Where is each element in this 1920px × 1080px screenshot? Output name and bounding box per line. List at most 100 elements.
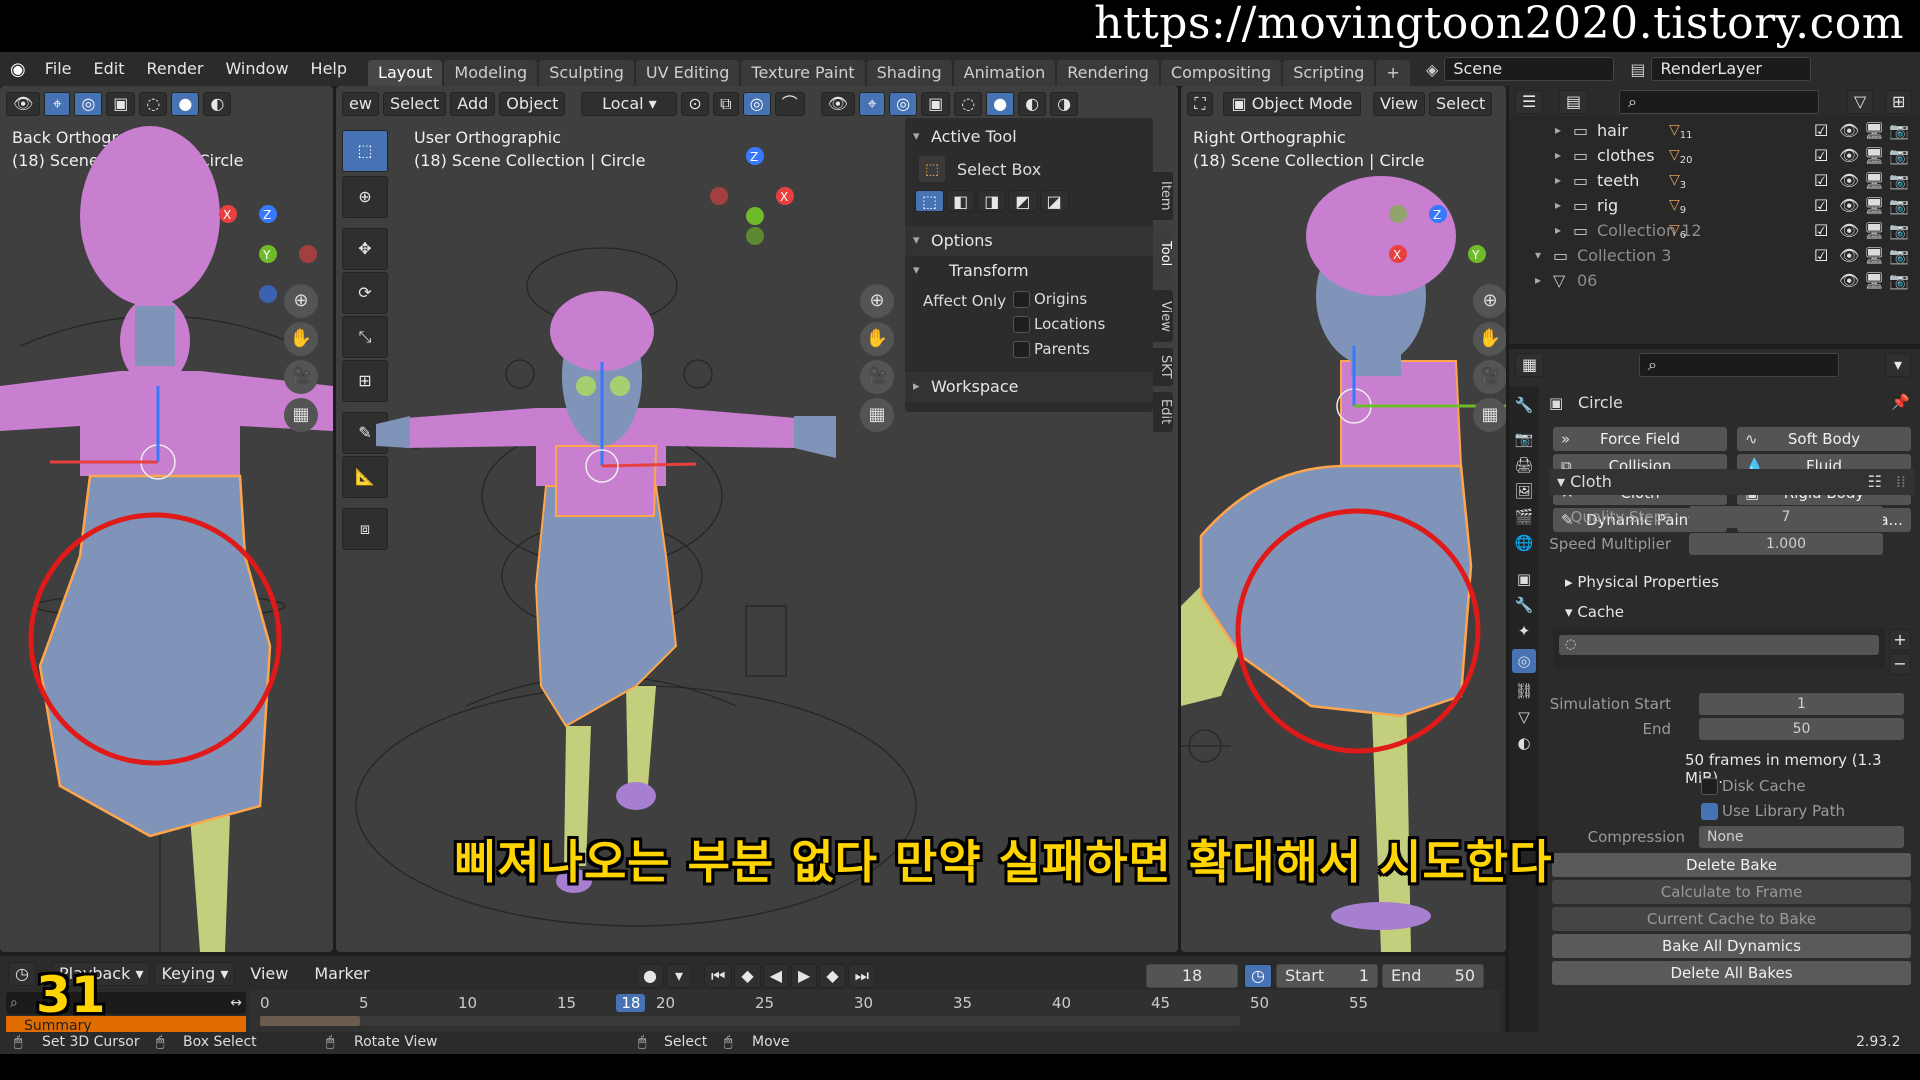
expand-arrow-icon[interactable]: ▸ <box>1555 118 1561 143</box>
playhead[interactable]: 18 <box>616 994 646 1012</box>
viewport-display-icon[interactable]: 🖥 <box>1864 168 1884 193</box>
timeline-marker-menu[interactable]: Marker <box>303 957 380 991</box>
record-options-icon[interactable]: ▾ <box>665 964 692 988</box>
properties-options-icon[interactable]: ▾ <box>1885 353 1911 377</box>
tab-scripting[interactable]: Scripting <box>1283 60 1375 86</box>
exclude-checkbox-icon[interactable]: ☑ <box>1814 168 1828 193</box>
add-workspace-button[interactable]: + <box>1376 60 1410 86</box>
camera-icon[interactable]: 🎥 <box>860 360 894 394</box>
physics-soft-body-button[interactable]: ∿ Soft Body <box>1737 427 1911 451</box>
cache-add-button[interactable]: + <box>1889 629 1911 651</box>
outliner-item[interactable]: ▸ ▭ hair ▽11 ☑ 👁 🖥 📷 <box>1509 118 1920 143</box>
scene-selector[interactable]: Scene <box>1444 57 1615 81</box>
menu-render[interactable]: Render <box>135 52 214 86</box>
physics-force-field-button[interactable]: » Force Field <box>1553 427 1727 451</box>
outliner-item[interactable]: ▸ ▭ rig ▽9 ☑ 👁 🖥 📷 <box>1509 193 1920 218</box>
grid-ortho-icon[interactable]: ▦ <box>284 398 318 432</box>
viewport-display-icon[interactable]: 🖥 <box>1864 193 1884 218</box>
outliner-item[interactable]: ▸ ▽ 06 👁 🖥 📷 <box>1509 268 1920 293</box>
visibility-eye-icon[interactable]: 👁 <box>1839 193 1859 218</box>
tab-texture-paint[interactable]: Texture Paint <box>741 60 865 86</box>
mode-invert-icon[interactable]: ◩ <box>1008 190 1038 212</box>
frame-ruler[interactable]: 0 5 10 15 18 20 25 30 35 40 45 50 55 <box>250 990 1500 1036</box>
tab-compositing[interactable]: Compositing <box>1160 60 1282 86</box>
options-header[interactable]: Options <box>905 226 1153 256</box>
play-reverse-icon[interactable]: ◀ <box>762 964 789 988</box>
render-camera-icon[interactable]: 📷 <box>1889 268 1909 293</box>
viewport-display-icon[interactable]: 🖥 <box>1864 143 1884 168</box>
modifier-tab-icon[interactable]: 🔧 <box>1512 593 1536 617</box>
expand-arrow-icon[interactable]: ▸ <box>1535 268 1541 293</box>
tab-modeling[interactable]: Modeling <box>444 60 538 86</box>
pin-icon[interactable]: 📌 <box>1891 393 1910 411</box>
render-camera-icon[interactable]: 📷 <box>1889 118 1909 143</box>
constraints-tab-icon[interactable]: ⛓ <box>1512 679 1536 703</box>
cache-header[interactable]: ▾ Cache <box>1565 603 1624 621</box>
cloth-panel-header[interactable]: ▾ Cloth ☷ ⁞⁞ <box>1549 469 1914 495</box>
jump-start-icon[interactable]: ⏮ <box>703 964 733 988</box>
material-tab-icon[interactable]: ◐ <box>1512 731 1536 755</box>
preview-range-icon[interactable]: ◷ <box>1244 964 1272 988</box>
sidebar-tab-item[interactable]: Item <box>1153 172 1173 220</box>
current-frame-field[interactable]: 18 <box>1146 964 1238 988</box>
menu-file[interactable]: File <box>34 52 83 86</box>
render-camera-icon[interactable]: 📷 <box>1889 218 1909 243</box>
visibility-eye-icon[interactable]: 👁 <box>1839 168 1859 193</box>
viewport-right[interactable]: ⛶ ▣ Object Mode View Select Right Orthog… <box>1181 86 1506 952</box>
render-tab-icon[interactable]: 📷 <box>1512 427 1536 451</box>
layer-icon[interactable]: ▤ <box>1630 60 1645 79</box>
menu-edit[interactable]: Edit <box>83 52 136 86</box>
parents-checkbox[interactable]: Parents <box>1013 340 1090 358</box>
render-camera-icon[interactable]: 📷 <box>1889 243 1909 268</box>
visibility-eye-icon[interactable]: 👁 <box>1839 243 1859 268</box>
expand-arrow-icon[interactable]: ▸ <box>1555 218 1561 243</box>
cache-list[interactable]: ◌ <box>1553 629 1885 669</box>
scene-tab-icon[interactable]: 🎬 <box>1512 505 1536 529</box>
exclude-checkbox-icon[interactable]: ☑ <box>1814 118 1828 143</box>
grid-ortho-icon[interactable]: ▦ <box>860 398 894 432</box>
exclude-checkbox-icon[interactable]: ☑ <box>1814 143 1828 168</box>
end-field[interactable]: 50 <box>1699 718 1904 740</box>
renderlayer-selector[interactable]: RenderLayer <box>1651 57 1812 81</box>
tab-sculpting[interactable]: Sculpting <box>539 60 634 86</box>
tab-layout[interactable]: Layout <box>368 60 443 86</box>
blender-logo-icon[interactable]: ◉ <box>0 59 34 80</box>
exclude-checkbox-icon[interactable]: ☑ <box>1814 243 1828 268</box>
end-frame-field[interactable]: End 50 <box>1382 964 1484 988</box>
sidebar-tab-tool[interactable]: Tool <box>1153 226 1173 282</box>
exclude-checkbox-icon[interactable]: ☑ <box>1814 218 1828 243</box>
keying-menu[interactable]: Keying ▾ <box>154 962 236 986</box>
pan-hand-icon[interactable]: ✋ <box>1473 322 1506 356</box>
workspace-header[interactable]: Workspace <box>905 372 1153 402</box>
simulation-start-field[interactable]: 1 <box>1699 693 1904 715</box>
render-camera-icon[interactable]: 📷 <box>1889 143 1909 168</box>
jump-end-icon[interactable]: ⏭ <box>847 964 877 988</box>
exclude-checkbox-icon[interactable]: ☑ <box>1814 193 1828 218</box>
current-cache-to-bake-button[interactable]: Current Cache to Bake <box>1552 907 1911 931</box>
world-tab-icon[interactable]: 🌐 <box>1512 531 1536 555</box>
delete-all-bakes-button[interactable]: Delete All Bakes <box>1552 961 1911 985</box>
timeline-view-menu[interactable]: View <box>239 957 299 991</box>
grid-ortho-icon[interactable]: ▦ <box>1473 398 1506 432</box>
cache-remove-button[interactable]: − <box>1889 653 1911 675</box>
expand-arrow-icon[interactable]: ▸ <box>1555 193 1561 218</box>
visibility-eye-icon[interactable]: 👁 <box>1839 143 1859 168</box>
calculate-to-frame-button[interactable]: Calculate to Frame <box>1552 880 1911 904</box>
visibility-eye-icon[interactable]: 👁 <box>1839 218 1859 243</box>
list-icon[interactable]: ☷ <box>1868 469 1882 495</box>
play-icon[interactable]: ▶ <box>791 964 818 988</box>
outliner-item[interactable]: ▾ ▭ Collection 3 ☑ 👁 🖥 📷 <box>1509 243 1920 268</box>
locations-checkbox[interactable]: Locations <box>1013 315 1105 333</box>
camera-icon[interactable]: 🎥 <box>1473 360 1506 394</box>
outliner-search[interactable]: ⌕ <box>1619 90 1819 114</box>
tool-tab-icon[interactable]: 🔧 <box>1512 393 1536 417</box>
mode-subtract-icon[interactable]: ◨ <box>977 190 1007 212</box>
start-frame-field[interactable]: Start 1 <box>1276 964 1378 988</box>
viewport-display-icon[interactable]: 🖥 <box>1864 243 1884 268</box>
sidebar-tab-skt[interactable]: SKT <box>1153 348 1173 386</box>
mode-intersect-icon[interactable]: ◪ <box>1039 190 1069 212</box>
viewport-back[interactable]: 👁 ⌖ ◎ ▣ ◌ ● ◐ Back Orthographic (18) Sce… <box>0 86 333 952</box>
render-camera-icon[interactable]: 📷 <box>1889 193 1909 218</box>
properties-type-icon[interactable]: ▦ <box>1515 353 1545 377</box>
viewport-display-icon[interactable]: 🖥 <box>1864 268 1884 293</box>
